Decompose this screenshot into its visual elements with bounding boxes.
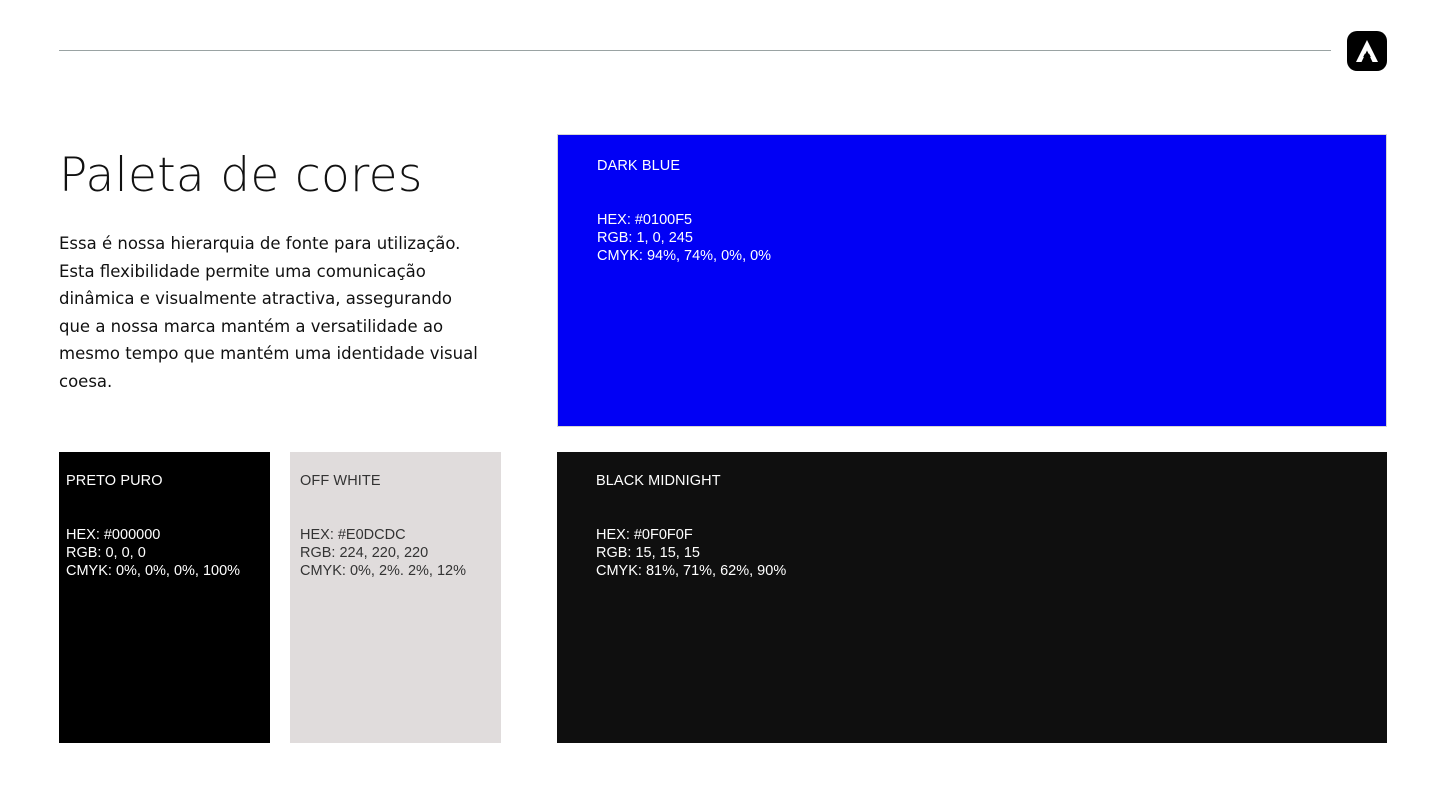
swatch-cmyk: CMYK: 81%, 71%, 62%, 90%: [596, 563, 787, 579]
swatch-name: BLACK MIDNIGHT: [596, 473, 721, 489]
swatch-name: PRETO PURO: [66, 473, 163, 489]
swatch-specs: HEX: #000000 RGB: 0, 0, 0 CMYK: 0%, 0%, …: [66, 526, 270, 580]
page-title: Paleta de cores: [59, 148, 423, 203]
swatch-specs: HEX: #0F0F0F RGB: 15, 15, 15 CMYK: 81%, …: [596, 526, 1387, 580]
swatch-hex: HEX: #0100F5: [597, 212, 693, 228]
brand-logo: [1347, 31, 1387, 71]
swatch-cmyk: CMYK: 94%, 74%, 0%, 0%: [597, 248, 772, 264]
swatch-specs: HEX: #0100F5 RGB: 1, 0, 245 CMYK: 94%, 7…: [597, 211, 1386, 265]
swatch-cmyk: CMYK: 0%, 0%, 0%, 100%: [66, 563, 241, 579]
page-description: Essa é nossa hierarquia de fonte para ut…: [59, 234, 478, 391]
swatch-off-white: OFF WHITE HEX: #E0DCDC RGB: 224, 220, 22…: [290, 452, 501, 743]
swatch-rgb: RGB: 15, 15, 15: [596, 545, 700, 561]
swatch-rgb: RGB: 224, 220, 220: [300, 545, 429, 561]
swatch-cmyk: CMYK: 0%, 2%. 2%, 12%: [300, 563, 467, 579]
swatch-rgb: RGB: 1, 0, 245: [597, 230, 693, 246]
swatch-hex: HEX: #0F0F0F: [596, 527, 693, 543]
swatch-specs: HEX: #E0DCDC RGB: 224, 220, 220 CMYK: 0%…: [300, 526, 501, 580]
swatch-hex: HEX: #E0DCDC: [300, 527, 406, 543]
brand-a-icon: [1356, 40, 1378, 62]
swatch-preto-puro: PRETO PURO HEX: #000000 RGB: 0, 0, 0 CMY…: [59, 452, 270, 743]
swatch-dark-blue: DARK BLUE HEX: #0100F5 RGB: 1, 0, 245 CM…: [557, 134, 1387, 427]
swatch-rgb: RGB: 0, 0, 0: [66, 545, 146, 561]
swatch-black-midnight: BLACK MIDNIGHT HEX: #0F0F0F RGB: 15, 15,…: [557, 452, 1387, 743]
header-divider: [59, 50, 1331, 51]
swatch-name: OFF WHITE: [300, 473, 381, 489]
swatch-name: DARK BLUE: [597, 158, 681, 174]
swatch-hex: HEX: #000000: [66, 527, 161, 543]
